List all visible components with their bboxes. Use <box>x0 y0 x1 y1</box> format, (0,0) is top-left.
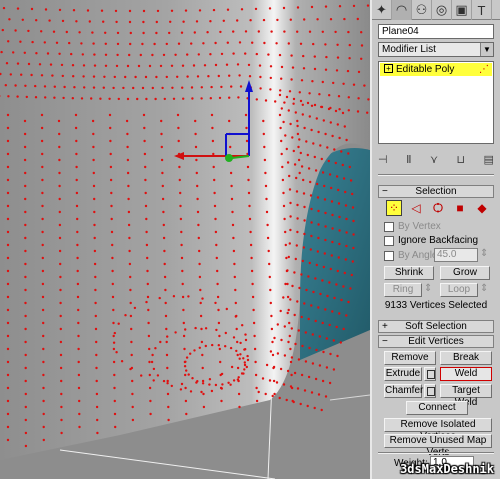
checkbox-label: Ignore Backfacing <box>398 235 479 246</box>
modifier-list-dropdown[interactable]: Modifier List ▼ <box>378 42 494 57</box>
angle-spinner[interactable]: 45.0 <box>434 248 478 262</box>
ring-button[interactable]: Ring <box>384 283 422 297</box>
modify-icon: ◠ <box>395 2 408 17</box>
modify-tab[interactable]: ◠ <box>392 0 412 20</box>
edit-vertices-title: Edit Vertices <box>408 336 464 347</box>
selection-rollout-header[interactable]: − Selection <box>378 185 494 198</box>
ignore-backfacing-checkbox[interactable]: Ignore Backfacing <box>384 235 478 246</box>
expand-icon[interactable]: + <box>384 64 393 73</box>
chamfer-settings-icon[interactable] <box>424 384 436 398</box>
create-icon: ✦ <box>376 2 387 17</box>
make-unique-icon[interactable]: ⋎ <box>430 153 438 166</box>
soft-selection-title: Soft Selection <box>405 321 467 332</box>
hierarchy-icon: ⚇ <box>415 2 428 17</box>
motion-tab[interactable]: ◎ <box>432 0 452 20</box>
hierarchy-tab[interactable]: ⚇ <box>412 0 432 20</box>
selection-status: 9133 Vertices Selected <box>384 300 488 311</box>
object-name-field[interactable]: Plane04 <box>378 24 494 39</box>
loop-button[interactable]: Loop <box>440 283 478 297</box>
modifier-list-label: Modifier List <box>382 44 436 55</box>
collapse-icon: − <box>382 186 388 197</box>
create-tab[interactable]: ✦ <box>372 0 392 20</box>
display-icon: ▣ <box>455 2 468 17</box>
pin-stack-icon[interactable]: ⊣ <box>378 153 388 166</box>
loop-spinner-icon[interactable]: ⇕ <box>480 283 488 294</box>
stack-item-label: Editable Poly <box>396 64 455 75</box>
remove-button[interactable]: Remove <box>384 351 436 365</box>
checkbox-box <box>384 221 394 232</box>
checkbox-box <box>384 250 394 261</box>
modifier-stack[interactable]: + Editable Poly ⋰ <box>378 61 494 144</box>
extrude-button[interactable]: Extrude <box>384 367 422 381</box>
collapse-icon: − <box>382 336 388 347</box>
command-panel-tabs: ✦ ◠ ⚇ ◎ ▣ T <box>372 0 500 20</box>
command-panel: ✦ ◠ ⚇ ◎ ▣ T Plane04 Modifier List ▼ + Editable… <box>370 0 500 479</box>
ring-spinner-icon[interactable]: ⇕ <box>424 283 432 294</box>
polygon-level-icon[interactable]: ■ <box>452 200 468 216</box>
display-tab[interactable]: ▣ <box>452 0 472 20</box>
edge-level-icon[interactable]: ◁ <box>408 200 424 216</box>
chevron-down-icon[interactable]: ▼ <box>480 43 493 56</box>
soft-selection-rollout-header[interactable]: + Soft Selection <box>378 320 494 333</box>
stack-item-editable-poly[interactable]: + Editable Poly ⋰ <box>380 63 492 76</box>
remove-unused-map-verts-button[interactable]: Remove Unused Map Verts <box>384 434 492 458</box>
shrink-button[interactable]: Shrink <box>384 266 434 280</box>
utilities-tab[interactable]: T <box>472 0 492 20</box>
chamfer-button[interactable]: Chamfer <box>384 384 423 398</box>
expand-icon: + <box>382 321 388 332</box>
subobject-dots-icon: ⋰ <box>479 64 489 75</box>
element-level-icon[interactable]: ◆ <box>474 200 490 216</box>
divider <box>378 452 494 454</box>
vertex-level-icon[interactable]: ⁘ <box>386 200 402 216</box>
show-end-result-icon[interactable]: Ⅱ <box>406 153 411 166</box>
target-weld-button[interactable]: Target Weld <box>440 384 492 408</box>
selection-rollout-title: Selection <box>415 186 457 197</box>
border-level-icon[interactable]: Ѻ <box>430 200 446 216</box>
remove-isolated-vertices-button[interactable]: Remove Isolated Vertices <box>384 418 492 442</box>
viewport-scene <box>0 0 370 479</box>
divider <box>378 174 494 176</box>
grow-button[interactable]: Grow <box>440 266 490 280</box>
by-angle-checkbox[interactable]: By Angle: <box>384 250 440 261</box>
spinner-arrows-icon[interactable]: ⇕ <box>480 248 488 259</box>
by-vertex-checkbox[interactable]: By Vertex <box>384 221 441 232</box>
checkbox-box <box>384 235 394 246</box>
utilities-icon: T <box>477 2 486 18</box>
configure-sets-icon[interactable]: ▤ <box>484 153 494 166</box>
extrude-settings-icon[interactable] <box>424 367 436 381</box>
watermark: 3dsMaxDeshnik <box>400 462 494 476</box>
weld-button[interactable]: Weld <box>440 367 492 381</box>
motion-icon: ◎ <box>435 2 448 17</box>
stack-toolbar: ⊣ Ⅱ ⋎ ⊔ ▤ <box>378 150 494 168</box>
perspective-viewport[interactable] <box>0 0 370 479</box>
subobject-level-icons: ⁘ ◁ Ѻ ■ ◆ <box>386 200 490 216</box>
break-button[interactable]: Break <box>440 351 492 365</box>
edit-vertices-rollout-header[interactable]: − Edit Vertices <box>378 335 494 348</box>
remove-modifier-icon[interactable]: ⊔ <box>456 153 465 166</box>
connect-button[interactable]: Connect <box>406 401 468 415</box>
checkbox-label: By Vertex <box>398 221 441 232</box>
